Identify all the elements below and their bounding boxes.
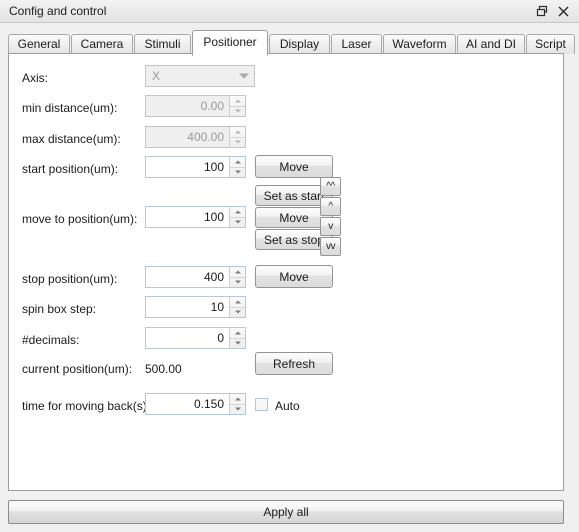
close-icon-glyph (558, 6, 569, 17)
max-distance-spinbox: 400.00 (145, 126, 246, 148)
stepper-up-icon (230, 96, 245, 106)
current-position-label: current position(um): (22, 362, 133, 376)
spin-box-step-stepper[interactable] (229, 297, 245, 317)
max-distance-label: max distance(um): (22, 132, 121, 146)
auto-checkbox[interactable] (255, 398, 268, 411)
start-position-move-button[interactable]: Move (255, 155, 333, 178)
stop-position-label: stop position(um): (22, 272, 118, 286)
max-distance-stepper (229, 127, 245, 147)
time-moving-back-label: time for moving back(s) (22, 399, 147, 413)
time-moving-back-spinbox[interactable]: 0.150 (145, 393, 246, 415)
stepper-down-icon[interactable] (230, 403, 245, 415)
move-to-position-value[interactable]: 100 (146, 207, 229, 227)
tab-stimuli[interactable]: Stimuli (134, 34, 191, 54)
time-moving-back-stepper[interactable] (229, 394, 245, 414)
start-position-value[interactable]: 100 (146, 157, 229, 177)
min-distance-stepper (229, 96, 245, 116)
start-position-spinbox[interactable]: 100 (145, 156, 246, 178)
spin-box-step-value[interactable]: 10 (146, 297, 229, 317)
jog-up-button[interactable]: ^ (320, 197, 341, 216)
current-position-value: 500.00 (145, 362, 182, 376)
stepper-up-icon[interactable] (230, 297, 245, 307)
tab-script[interactable]: Script (526, 34, 575, 54)
jog-down-button[interactable]: v (320, 217, 341, 236)
stop-position-spinbox[interactable]: 400 (145, 266, 246, 288)
restore-icon[interactable] (535, 4, 550, 19)
time-moving-back-value[interactable]: 0.150 (146, 394, 229, 414)
refresh-button[interactable]: Refresh (255, 352, 333, 375)
min-distance-value: 0.00 (200, 99, 224, 113)
apply-all-button[interactable]: Apply all (8, 500, 564, 524)
stepper-up-icon[interactable] (230, 328, 245, 338)
tab-camera[interactable]: Camera (71, 34, 133, 54)
tab-positioner[interactable]: Positioner (192, 30, 268, 56)
move-to-position-spinbox[interactable]: 100 (145, 206, 246, 228)
min-distance-spinbox: 0.00 (145, 95, 246, 117)
stepper-down-icon[interactable] (230, 166, 245, 178)
stepper-down-icon[interactable] (230, 216, 245, 228)
positioner-panel: Axis: X min distance(um): 0.00 max dista… (8, 53, 564, 491)
stop-position-move-button[interactable]: Move (255, 265, 333, 288)
axis-label: Axis: (22, 71, 49, 85)
stepper-up-icon[interactable] (230, 394, 245, 404)
stepper-down-icon (230, 136, 245, 148)
axis-select-value: X (152, 69, 161, 83)
decimals-value[interactable]: 0 (146, 328, 229, 348)
spin-box-step-label: spin box step: (22, 302, 97, 316)
close-icon[interactable] (556, 4, 571, 19)
restore-icon-glyph (536, 5, 548, 17)
decimals-stepper[interactable] (229, 328, 245, 348)
start-position-label: start position(um): (22, 162, 119, 176)
tab-laser[interactable]: Laser (331, 34, 382, 54)
start-position-stepper[interactable] (229, 157, 245, 177)
move-to-position-stepper[interactable] (229, 207, 245, 227)
stop-position-value[interactable]: 400 (146, 267, 229, 287)
decimals-label: #decimals: (22, 333, 80, 347)
tab-display[interactable]: Display (269, 34, 330, 54)
min-distance-label: min distance(um): (22, 101, 118, 115)
chevron-down-icon (234, 66, 254, 86)
jog-up-fast-button[interactable]: ^^ (320, 177, 341, 196)
stepper-down-icon (230, 105, 245, 117)
stepper-up-icon[interactable] (230, 207, 245, 217)
stepper-up-icon[interactable] (230, 267, 245, 277)
tab-ai-and-di[interactable]: AI and DI (457, 34, 525, 54)
stepper-down-icon[interactable] (230, 337, 245, 349)
axis-select[interactable]: X (145, 65, 255, 87)
jog-down-fast-button[interactable]: vv (320, 237, 341, 256)
window-title-bar: Config and control (0, 0, 579, 23)
stepper-up-icon[interactable] (230, 157, 245, 167)
spin-box-step-spinbox[interactable]: 10 (145, 296, 246, 318)
max-distance-value: 400.00 (187, 130, 224, 144)
stepper-down-icon[interactable] (230, 306, 245, 318)
decimals-spinbox[interactable]: 0 (145, 327, 246, 349)
tab-general[interactable]: General (8, 34, 70, 54)
move-to-position-label: move to position(um): (22, 212, 138, 226)
stop-position-stepper[interactable] (229, 267, 245, 287)
tab-waveform[interactable]: Waveform (383, 34, 456, 54)
stepper-down-icon[interactable] (230, 276, 245, 288)
window-title: Config and control (9, 4, 107, 18)
stepper-up-icon (230, 127, 245, 137)
auto-label: Auto (275, 399, 300, 413)
